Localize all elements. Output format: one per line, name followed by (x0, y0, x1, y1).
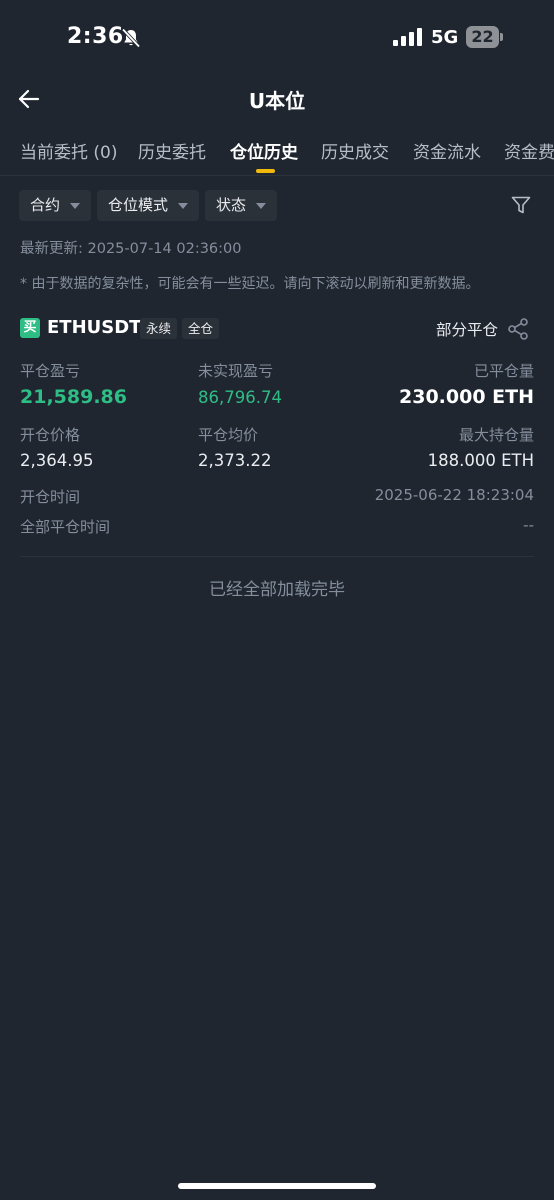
tab-position-history[interactable]: 仓位历史 (230, 138, 298, 163)
tab-order-history[interactable]: 历史委托 (138, 138, 206, 163)
closed-pnl-value: 21,589.86 (20, 386, 127, 408)
full-close-time-label: 全部平仓时间 (20, 518, 111, 536)
closed-qty-label: 已平仓量 (473, 362, 534, 380)
avg-close-price-label: 平仓均价 (198, 426, 259, 444)
page-title: U本位 (248, 89, 306, 113)
cross-margin-tag: 全仓 (182, 318, 220, 339)
delay-note: * 由于数据的复杂性，可能会有一些延迟。请向下滚动以刷新和更新数据。 (20, 276, 480, 292)
position-mode-filter-label: 仓位模式 (108, 196, 169, 214)
battery-level: 22 (471, 27, 494, 46)
caret-down-icon (178, 203, 188, 209)
entry-price-label: 开仓价格 (20, 426, 81, 444)
status-filter-label: 状态 (216, 196, 247, 214)
caret-down-icon (256, 203, 266, 209)
max-open-interest-value: 188.000 ETH (427, 451, 534, 470)
contract-filter[interactable]: 合约 (19, 190, 91, 221)
home-indicator[interactable] (178, 1183, 376, 1189)
tab-bar: 当前委托 (0) 历史委托 仓位历史 历史成交 资金流水 资金费 (0, 138, 554, 176)
tab-trade-history[interactable]: 历史成交 (321, 138, 389, 163)
battery-icon: 22 (466, 26, 503, 48)
entry-price-value: 2,364.95 (20, 451, 94, 470)
avg-close-price-value: 2,373.22 (198, 451, 272, 470)
closed-qty-value: 230.000 ETH (399, 386, 534, 408)
status-time: 2:36 (67, 24, 124, 49)
network-label: 5G (431, 27, 459, 48)
max-open-interest-label: 最大持仓量 (458, 426, 534, 444)
full-close-time-value: -- (523, 516, 534, 534)
perpetual-tag: 永续 (140, 318, 178, 339)
tab-funding-fee[interactable]: 资金费 (504, 138, 554, 163)
divider (0, 175, 554, 176)
unrealized-pnl-value: 86,796.74 (198, 388, 282, 407)
signal-bars-icon (393, 28, 422, 46)
caret-down-icon (70, 203, 80, 209)
unrealized-pnl-label: 未实现盈亏 (198, 362, 274, 380)
all-loaded-text: 已经全部加载完毕 (209, 580, 345, 600)
contract-filter-label: 合约 (30, 196, 61, 214)
funnel-icon[interactable] (510, 194, 532, 216)
buy-side-badge: 买 (20, 318, 40, 338)
open-time-label: 开仓时间 (20, 488, 81, 506)
status-filter[interactable]: 状态 (205, 190, 277, 221)
bell-slash-icon (121, 28, 141, 48)
status-bar: 2:36 5G 22 (0, 0, 554, 75)
partial-close-link[interactable]: 部分平仓 (436, 318, 498, 340)
tab-current-orders[interactable]: 当前委托 (0) (20, 138, 117, 163)
position-history-screen: 2:36 5G 22 U本位 当前委托 (0) 历史委托 仓位历史 历史成交 资… (0, 0, 554, 1200)
active-tab-indicator (256, 169, 275, 173)
position-mode-filter[interactable]: 仓位模式 (97, 190, 199, 221)
divider (20, 556, 534, 557)
symbol-name[interactable]: ETHUSDT (47, 317, 141, 338)
tab-transaction-history[interactable]: 资金流水 (413, 138, 481, 163)
last-updated-text: 最新更新: 2025-07-14 02:36:00 (20, 241, 242, 257)
closed-pnl-label: 平仓盈亏 (20, 362, 81, 380)
share-icon[interactable] (506, 317, 530, 341)
open-time-value: 2025-06-22 18:23:04 (374, 486, 534, 504)
